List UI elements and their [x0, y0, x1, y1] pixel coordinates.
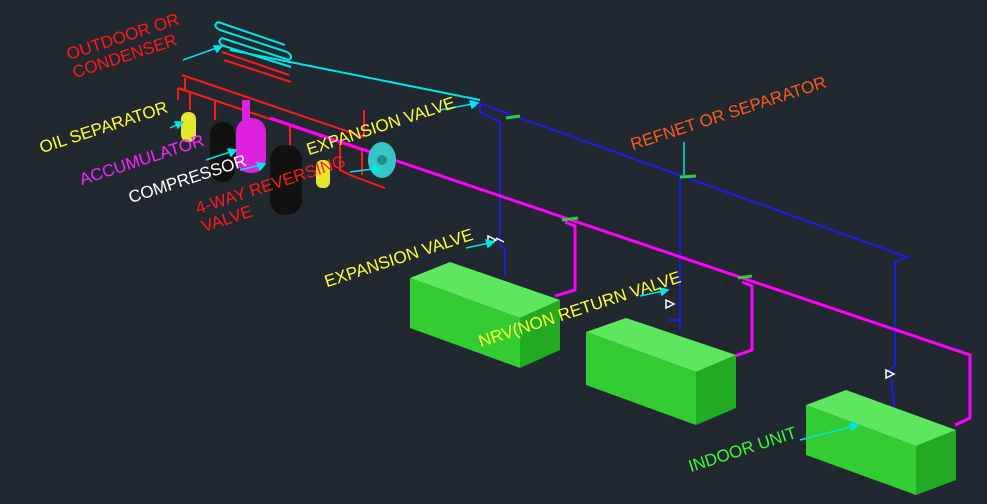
four-way-valve-symbol	[368, 142, 396, 178]
condenser-coil	[214, 21, 293, 83]
indoor-unit-2	[586, 318, 736, 425]
diagram-canvas: OUTDOOR OR CONDENSER OIL SEPARATOR ACCUM…	[0, 0, 987, 504]
piping-diagram	[169, 21, 972, 495]
indoor-unit-3	[806, 390, 956, 495]
